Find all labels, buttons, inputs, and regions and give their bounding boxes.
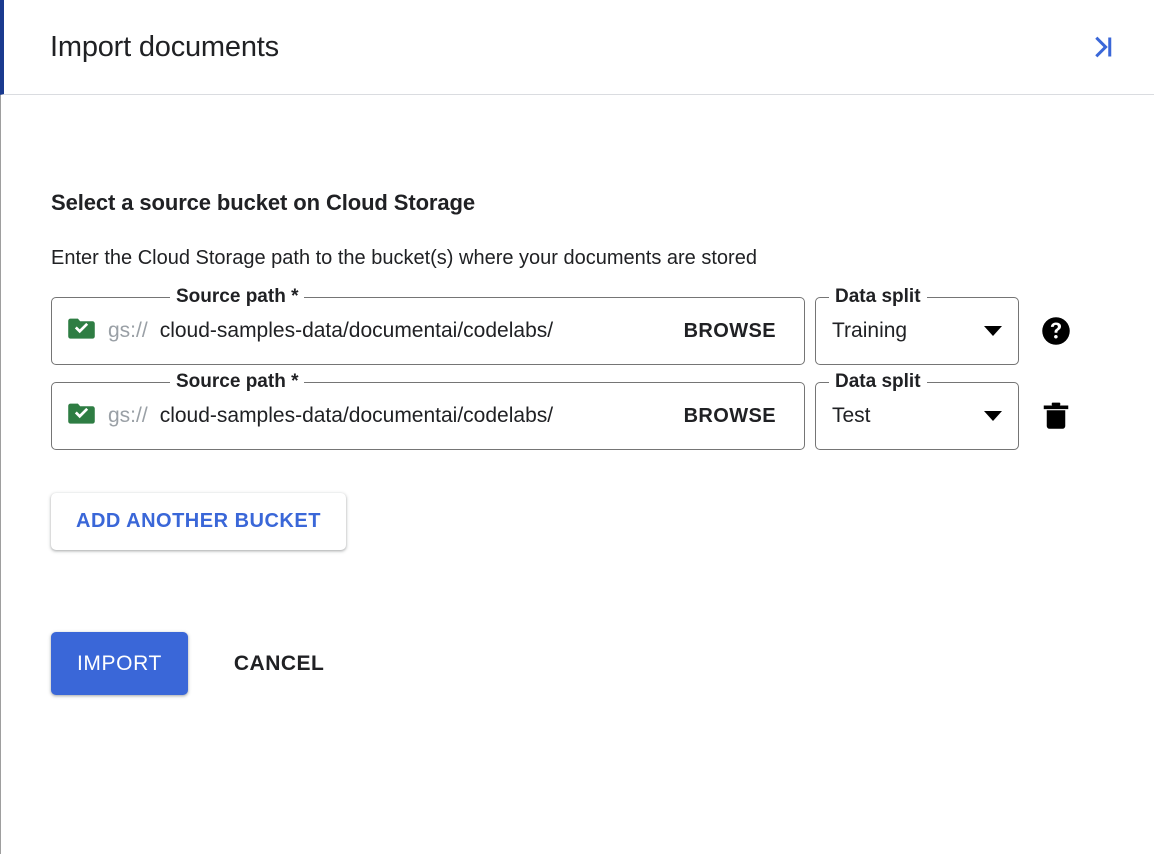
data-split-select[interactable]: Data split Training <box>815 297 1019 365</box>
bucket-row: Source path * gs:// cloud-samples-data/d… <box>51 382 1154 450</box>
collapse-panel-right-icon[interactable] <box>1076 23 1124 71</box>
browse-button[interactable]: BROWSE <box>676 405 804 428</box>
import-button[interactable]: IMPORT <box>51 632 188 695</box>
section-description: Enter the Cloud Storage path to the buck… <box>51 245 1154 271</box>
gs-prefix-label: gs:// <box>108 319 148 343</box>
source-path-field[interactable]: Source path * gs:// cloud-samples-data/d… <box>51 382 805 450</box>
help-icon[interactable] <box>1031 297 1081 365</box>
data-split-select[interactable]: Data split Test <box>815 382 1019 450</box>
delete-icon[interactable] <box>1031 382 1081 450</box>
source-path-label: Source path * <box>170 372 304 392</box>
panel-content: Select a source bucket on Cloud Storage … <box>1 95 1154 695</box>
bucket-row-list: Source path * gs:// cloud-samples-data/d… <box>51 297 1154 450</box>
source-path-input[interactable]: cloud-samples-data/documentai/codelabs/ <box>160 404 676 428</box>
source-path-input[interactable]: cloud-samples-data/documentai/codelabs/ <box>160 319 676 343</box>
data-split-value: Training <box>832 319 907 343</box>
chevron-down-icon <box>984 326 1002 336</box>
source-path-label: Source path * <box>170 287 304 307</box>
chevron-down-icon <box>984 411 1002 421</box>
cancel-button[interactable]: CANCEL <box>234 652 325 676</box>
panel-header: Import documents <box>0 0 1154 95</box>
panel-body: Select a source bucket on Cloud Storage … <box>0 95 1154 854</box>
data-split-label: Data split <box>829 372 927 392</box>
page-title: Import documents <box>50 33 1076 62</box>
bucket-row: Source path * gs:// cloud-samples-data/d… <box>51 297 1154 365</box>
folder-checked-icon <box>68 402 95 430</box>
footer-actions: IMPORT CANCEL <box>51 632 1154 695</box>
gs-prefix-label: gs:// <box>108 404 148 428</box>
folder-checked-icon <box>68 317 95 345</box>
data-split-value: Test <box>832 404 871 428</box>
import-documents-panel: Import documents Select a source bucket … <box>0 0 1154 854</box>
source-path-field[interactable]: Source path * gs:// cloud-samples-data/d… <box>51 297 805 365</box>
browse-button[interactable]: BROWSE <box>676 320 804 343</box>
data-split-label: Data split <box>829 287 927 307</box>
add-another-bucket-button[interactable]: ADD ANOTHER BUCKET <box>51 493 346 550</box>
section-title: Select a source bucket on Cloud Storage <box>51 189 1154 217</box>
